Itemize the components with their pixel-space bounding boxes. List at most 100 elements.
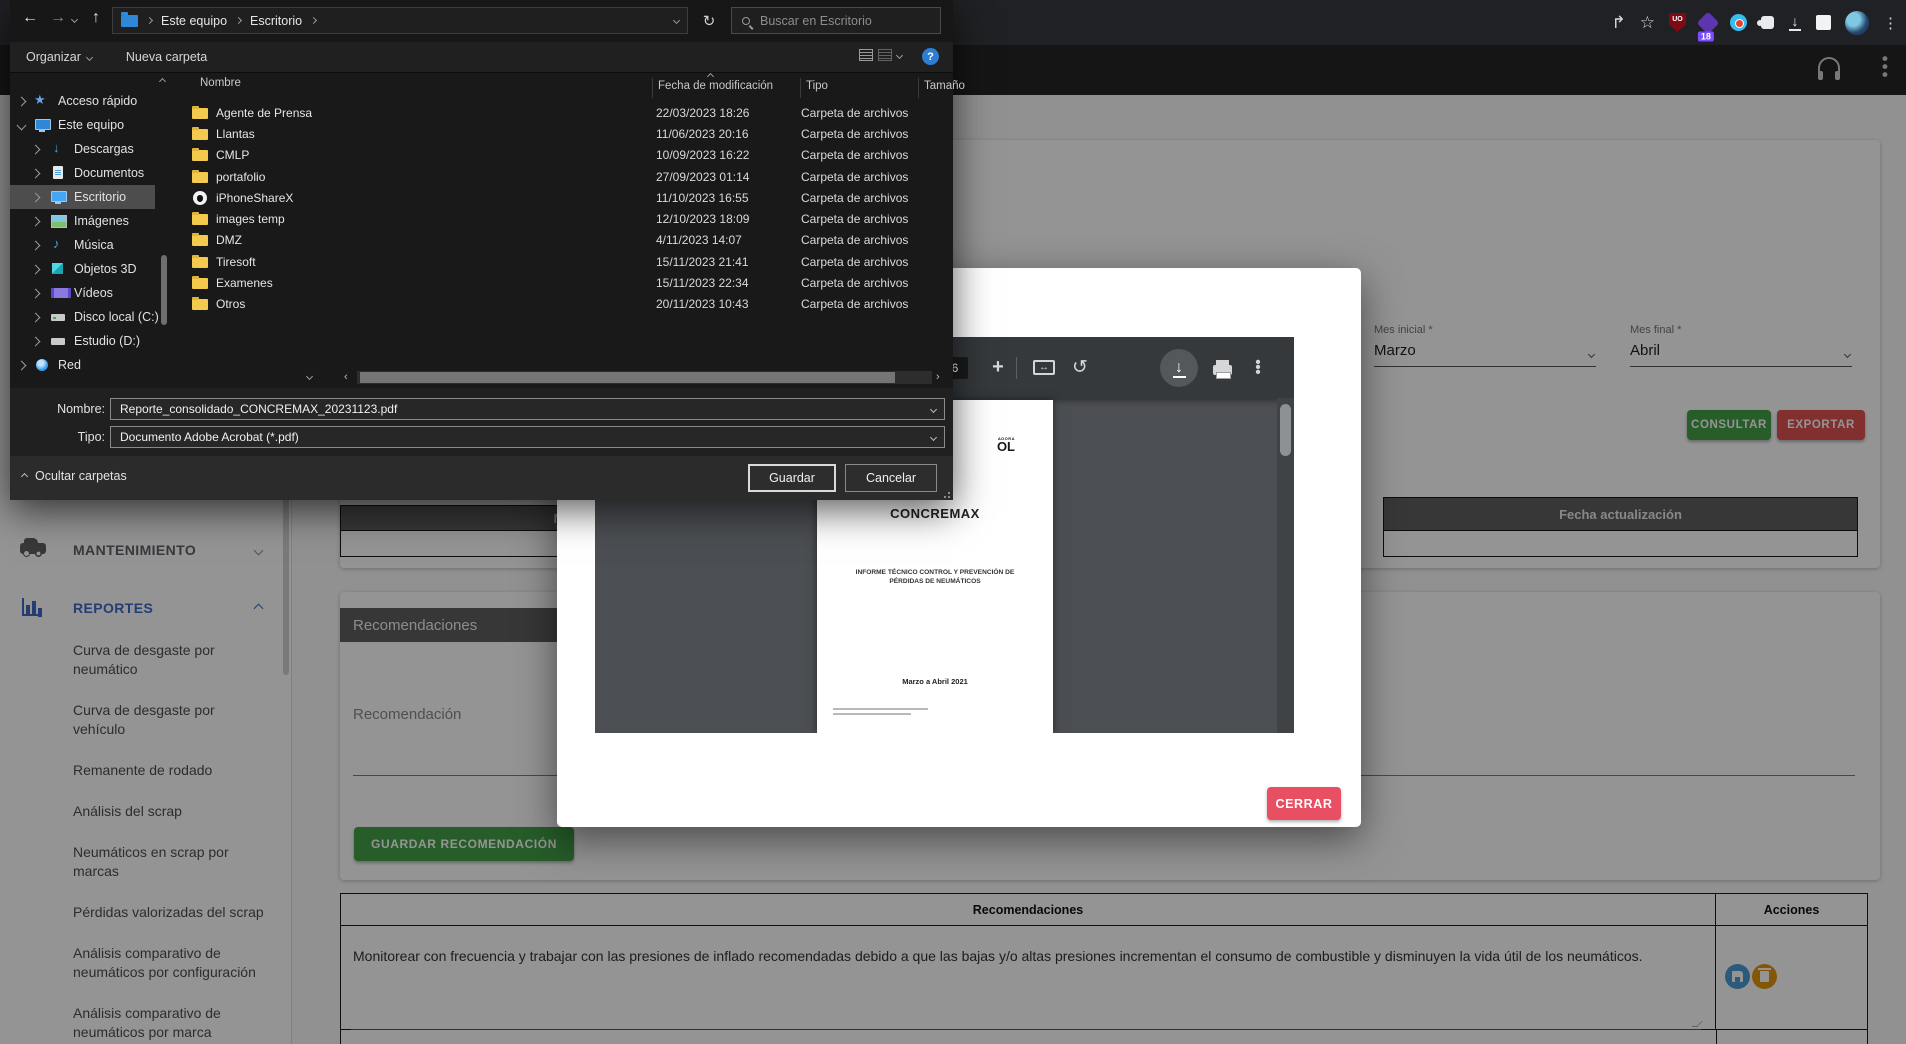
search-box[interactable] bbox=[731, 7, 941, 34]
file-row[interactable]: DMZ 4/11/2023 14:07 Carpeta de archivos bbox=[180, 230, 953, 251]
expander-chevron-icon[interactable] bbox=[31, 312, 41, 322]
expander-chevron-icon[interactable] bbox=[31, 288, 41, 298]
ublock-shield-icon[interactable]: UO bbox=[1669, 13, 1686, 32]
tree-item[interactable]: Objetos 3D bbox=[10, 257, 155, 281]
chevron-down-icon[interactable] bbox=[930, 433, 937, 440]
filename-combobox[interactable] bbox=[110, 398, 945, 420]
nueva-carpeta-button[interactable]: Nueva carpeta bbox=[126, 50, 207, 64]
tree-item[interactable]: Vídeos bbox=[10, 281, 155, 305]
tab-square-icon[interactable] bbox=[1816, 15, 1831, 30]
file-name: Agente de Prensa bbox=[216, 106, 656, 120]
expander-chevron-icon[interactable] bbox=[31, 192, 41, 202]
column-fecha[interactable]: Fecha de modificación bbox=[658, 80, 773, 92]
cerrar-button[interactable]: CERRAR bbox=[1267, 787, 1341, 820]
back-icon[interactable]: ← bbox=[22, 9, 38, 27]
view-mode-buttons[interactable] bbox=[859, 49, 902, 61]
expander-chevron-icon[interactable] bbox=[31, 216, 41, 226]
breadcrumb-escritorio[interactable]: Escritorio bbox=[250, 14, 302, 28]
file-row[interactable]: Tiresoft 15/11/2023 21:41 Carpeta de arc… bbox=[180, 251, 953, 272]
tree-item[interactable]: Escritorio bbox=[10, 185, 155, 209]
chevron-down-icon[interactable] bbox=[930, 405, 937, 412]
profile-avatar[interactable] bbox=[1845, 11, 1869, 35]
scroll-up-icon[interactable] bbox=[159, 78, 166, 85]
tree-item[interactable]: Acceso rápido bbox=[10, 89, 155, 113]
file-name: CMLP bbox=[216, 148, 656, 162]
column-tamano[interactable]: Tamaño bbox=[924, 80, 965, 92]
more-kebab-icon[interactable]: ••• bbox=[1243, 337, 1273, 398]
forward-icon[interactable]: → bbox=[50, 9, 66, 27]
download-icon[interactable]: ↓ bbox=[1159, 337, 1199, 398]
file-row[interactable]: Llantas 11/06/2023 20:16 Carpeta de arch… bbox=[180, 123, 953, 144]
ocultar-carpetas-button[interactable]: Ocultar carpetas bbox=[22, 469, 127, 483]
expander-chevron-icon[interactable] bbox=[17, 96, 27, 106]
fit-page-icon[interactable]: ↔ bbox=[1027, 337, 1061, 398]
dialog-resize-grip[interactable] bbox=[942, 490, 950, 498]
help-icon[interactable]: ? bbox=[922, 48, 939, 65]
up-icon[interactable]: ↑ bbox=[92, 9, 100, 27]
rotate-icon[interactable]: ↺ bbox=[1063, 337, 1097, 398]
file-row[interactable]: Examenes 15/11/2023 22:34 Carpeta de arc… bbox=[180, 272, 953, 293]
tree-item[interactable]: Música bbox=[10, 233, 155, 257]
purple-extension-icon[interactable]: 18 bbox=[1697, 11, 1720, 34]
file-icon bbox=[192, 191, 208, 205]
tree-item[interactable]: Disco local (C:) bbox=[10, 305, 155, 329]
zoom-in-icon[interactable]: + bbox=[983, 337, 1013, 398]
recorder-extension-icon[interactable] bbox=[1730, 14, 1747, 31]
tree-item-label: Acceso rápido bbox=[58, 94, 137, 108]
pdf-scrollbar[interactable] bbox=[1277, 398, 1294, 733]
share-icon[interactable]: ↱ bbox=[1612, 13, 1626, 33]
file-row[interactable]: iPhoneShareX 11/10/2023 16:55 Carpeta de… bbox=[180, 187, 953, 208]
file-type: Carpeta de archivos bbox=[801, 148, 951, 162]
expander-chevron-icon[interactable] bbox=[17, 120, 27, 130]
extensions-puzzle-icon[interactable] bbox=[1761, 16, 1774, 29]
tipo-label: Tipo: bbox=[78, 430, 105, 444]
expander-chevron-icon[interactable] bbox=[31, 144, 41, 154]
tree-item[interactable]: Este equipo bbox=[10, 113, 155, 137]
filetype-input[interactable] bbox=[118, 429, 908, 445]
address-dropdown-icon[interactable] bbox=[673, 17, 680, 24]
file-row[interactable]: CMLP 10/09/2023 16:22 Carpeta de archivo… bbox=[180, 145, 953, 166]
tree-item-icon bbox=[34, 118, 50, 132]
filetype-combobox[interactable] bbox=[110, 426, 945, 448]
tree-item[interactable]: Estudio (D:) bbox=[10, 329, 155, 353]
file-row[interactable]: portafolio 27/09/2023 01:14 Carpeta de a… bbox=[180, 166, 953, 187]
print-icon[interactable] bbox=[1205, 337, 1239, 398]
expander-chevron-icon[interactable] bbox=[31, 264, 41, 274]
file-row[interactable]: Otros 20/11/2023 10:43 Carpeta de archiv… bbox=[180, 294, 953, 315]
dialog-body: Nombre Fecha de modificación Tipo Tamaño bbox=[10, 73, 953, 388]
expander-chevron-icon[interactable] bbox=[31, 336, 41, 346]
downloads-icon[interactable]: ↓ bbox=[1788, 15, 1802, 31]
column-nombre[interactable]: Nombre bbox=[200, 77, 241, 89]
chevron-down-icon bbox=[86, 53, 93, 60]
tree-item[interactable]: Documentos bbox=[10, 161, 155, 185]
expander-chevron-icon[interactable] bbox=[17, 360, 27, 370]
column-tipo[interactable]: Tipo bbox=[806, 80, 828, 92]
file-row[interactable]: images temp 12/10/2023 18:09 Carpeta de … bbox=[180, 208, 953, 229]
file-name: Otros bbox=[216, 297, 656, 311]
tree-collapse-chevron-icon[interactable] bbox=[306, 373, 313, 380]
bookmark-star-icon[interactable]: ☆ bbox=[1640, 13, 1655, 33]
history-chevron-icon[interactable] bbox=[71, 16, 78, 23]
breadcrumb[interactable]: Este equipo Escritorio bbox=[112, 7, 688, 34]
filename-input[interactable] bbox=[118, 401, 908, 417]
scrollbar-thumb[interactable] bbox=[360, 372, 895, 383]
file-row[interactable]: Agente de Prensa 22/03/2023 18:26 Carpet… bbox=[180, 102, 953, 123]
details-view-icon[interactable] bbox=[878, 49, 892, 61]
tree-item[interactable]: Imágenes bbox=[10, 209, 155, 233]
expander-chevron-icon[interactable] bbox=[31, 240, 41, 250]
scrollbar-track[interactable] bbox=[357, 371, 932, 384]
refresh-icon[interactable]: ↻ bbox=[695, 8, 723, 34]
expander-chevron-icon[interactable] bbox=[31, 168, 41, 178]
horizontal-scrollbar[interactable]: ‹ › bbox=[10, 370, 953, 385]
browser-menu-kebab[interactable]: ⋮ bbox=[1883, 14, 1898, 32]
organizar-button[interactable]: Organizar bbox=[26, 50, 92, 64]
search-input[interactable] bbox=[758, 13, 928, 29]
tree-item[interactable]: Descargas bbox=[10, 137, 155, 161]
scroll-left-icon[interactable]: ‹ bbox=[344, 371, 348, 383]
tree-scrollbar[interactable] bbox=[156, 75, 172, 371]
guardar-button[interactable]: Guardar bbox=[748, 464, 836, 492]
list-view-icon[interactable] bbox=[859, 49, 873, 61]
breadcrumb-este-equipo[interactable]: Este equipo bbox=[161, 14, 227, 28]
cancelar-button[interactable]: Cancelar bbox=[845, 464, 937, 492]
scroll-right-icon[interactable]: › bbox=[936, 371, 940, 383]
